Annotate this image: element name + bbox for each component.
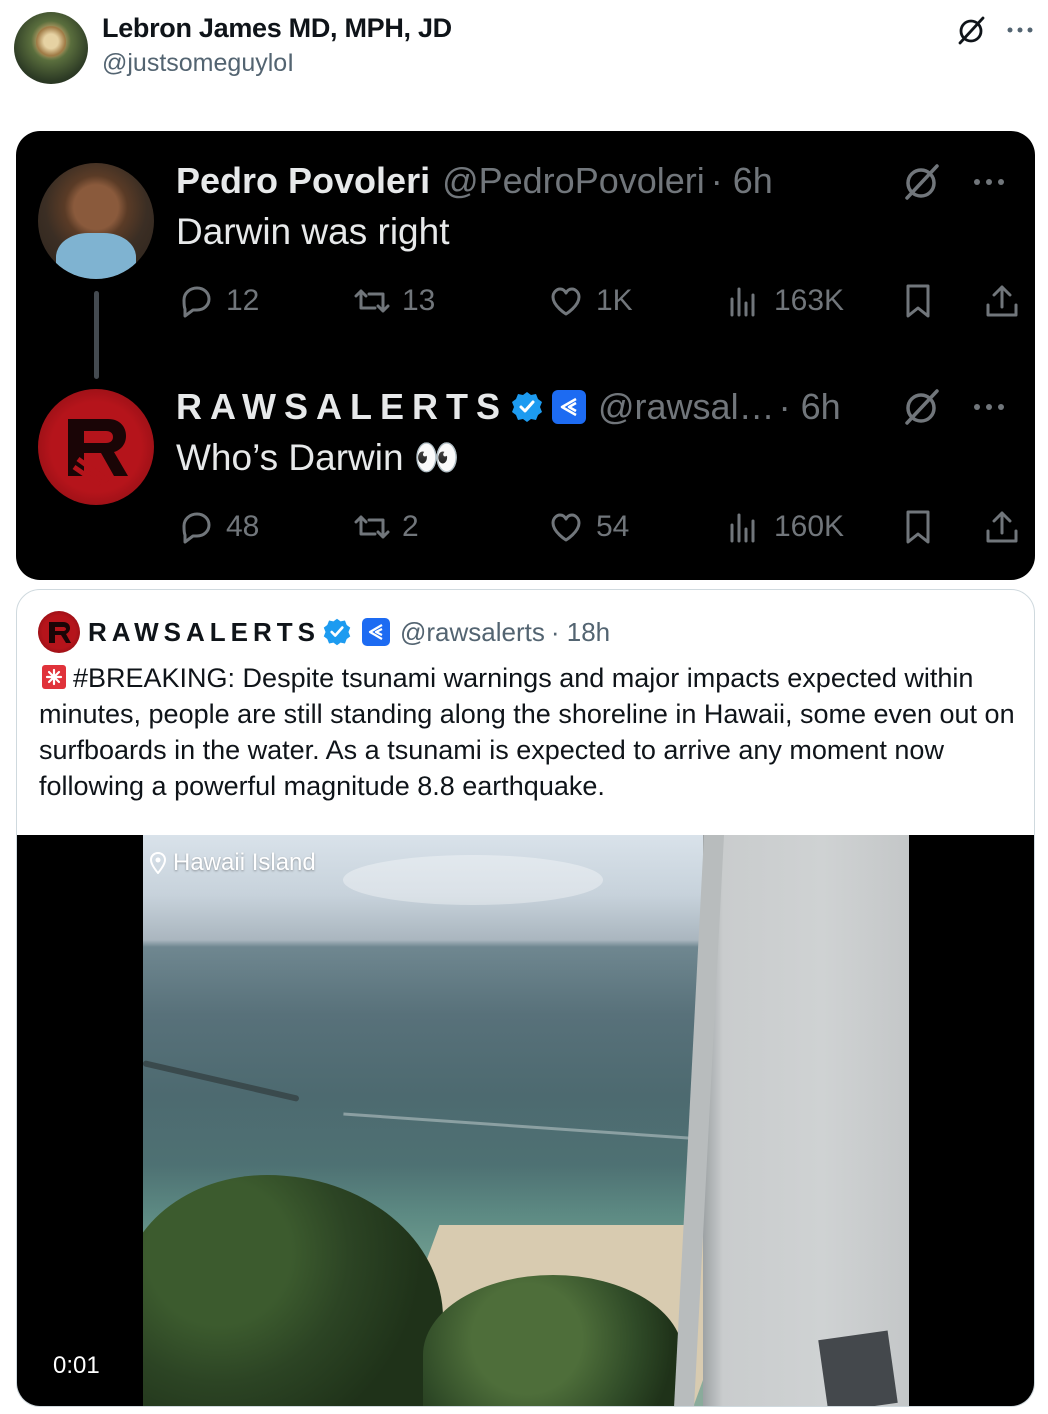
- heart-icon: [551, 513, 581, 542]
- quoted-tweet[interactable]: RAWSALERTS @rawsalerts · 18h #BREAKING: …: [16, 589, 1035, 1407]
- reply-action: 48: [176, 502, 259, 552]
- quote-header: RAWSALERTS @rawsalerts · 18h: [38, 610, 610, 654]
- heart-icon: [551, 287, 581, 316]
- quote-text: #BREAKING: Despite tsunami warnings and …: [39, 663, 1015, 801]
- video-player[interactable]: Hawaii Island 0:01: [17, 835, 1034, 1406]
- tweet-2-header: RAWSALERTS @rawsal… · 6h: [176, 385, 841, 429]
- reply-icon: [182, 286, 211, 318]
- views-icon: [730, 513, 755, 543]
- like-count: 1K: [596, 284, 633, 317]
- author-name[interactable]: Lebron James MD, MPH, JD: [102, 13, 452, 44]
- rawsalerts-avatar[interactable]: [38, 611, 80, 653]
- affiliate-badge-icon: [362, 618, 390, 646]
- share-icon: [986, 285, 1018, 317]
- views-count: 163K: [774, 284, 845, 317]
- bookmark-icon: [906, 284, 930, 318]
- reply-icon: [182, 512, 211, 544]
- author-avatar[interactable]: [14, 12, 88, 84]
- tweet-2-handle: @rawsal…: [598, 386, 775, 427]
- tweet-1-handle: @PedroPovoleri: [442, 160, 705, 201]
- bookmark-icon: [906, 510, 930, 544]
- post-header: Lebron James MD, MPH, JD @justsomeguyloI: [0, 0, 1048, 110]
- retweet-action: 13: [352, 276, 435, 326]
- retweet-count: 13: [402, 284, 436, 317]
- pedro-avatar: [38, 163, 154, 279]
- tweet-2-text: Who’s Darwin 👀: [176, 437, 460, 478]
- quote-name[interactable]: RAWSALERTS: [88, 617, 320, 648]
- more-icon[interactable]: [1004, 14, 1036, 46]
- affiliate-badge-icon: [552, 390, 586, 424]
- more-icon: [974, 404, 1004, 410]
- grok-icon: [905, 389, 939, 425]
- views-action: 160K: [724, 502, 844, 552]
- location-text: Hawaii Island: [173, 849, 316, 876]
- tweet-2-actions: 48 2 54 160K: [176, 502, 1018, 552]
- retweet-count: 2: [402, 510, 419, 543]
- location-label: Hawaii Island: [149, 849, 316, 877]
- share-icon: [986, 511, 1018, 543]
- video-frame: [143, 835, 909, 1406]
- retweet-icon: [354, 289, 390, 313]
- thread-line: [94, 291, 99, 379]
- reply-count: 48: [226, 510, 260, 543]
- views-action: 163K: [724, 276, 844, 326]
- tweet-1-actions: 12 13 1K 163K: [176, 276, 1018, 326]
- grok-icon[interactable]: [955, 14, 987, 46]
- tweet-2-time: · 6h: [778, 386, 841, 427]
- retweet-icon: [354, 515, 390, 539]
- tweet-1-name: Pedro Povoleri: [176, 160, 431, 201]
- tweet-1-text: Darwin was right: [176, 211, 450, 252]
- quote-time[interactable]: · 18h: [551, 617, 610, 648]
- reply-action: 12: [176, 276, 259, 326]
- rawsalerts-avatar: [38, 389, 154, 505]
- location-pin-icon: [149, 852, 167, 874]
- more-icon: [974, 179, 1004, 185]
- views-count: 160K: [774, 510, 845, 543]
- like-action: 1K: [546, 276, 633, 326]
- retweet-action: 2: [352, 502, 419, 552]
- tweet-1-header: Pedro Povoleri @PedroPovoleri · 6h: [176, 159, 773, 203]
- views-icon: [730, 287, 755, 317]
- screenshot-image[interactable]: Pedro Povoleri @PedroPovoleri · 6h Darwi…: [16, 131, 1035, 580]
- author-handle[interactable]: @justsomeguyloI: [102, 49, 294, 78]
- tweet-1-time: · 6h: [710, 160, 773, 201]
- tweet-2-name: RAWSALERTS: [176, 386, 508, 427]
- quote-handle[interactable]: @rawsalerts: [400, 617, 545, 648]
- reply-count: 12: [226, 284, 260, 317]
- like-count: 54: [596, 510, 630, 543]
- video-duration: 0:01: [41, 1345, 112, 1387]
- verified-badge-icon: [323, 618, 351, 646]
- quote-text-block: #BREAKING: Despite tsunami warnings and …: [39, 660, 1019, 804]
- verified-badge-icon: [512, 392, 542, 422]
- siren-emoji-icon: [39, 662, 69, 692]
- grok-icon: [905, 164, 939, 200]
- like-action: 54: [546, 502, 629, 552]
